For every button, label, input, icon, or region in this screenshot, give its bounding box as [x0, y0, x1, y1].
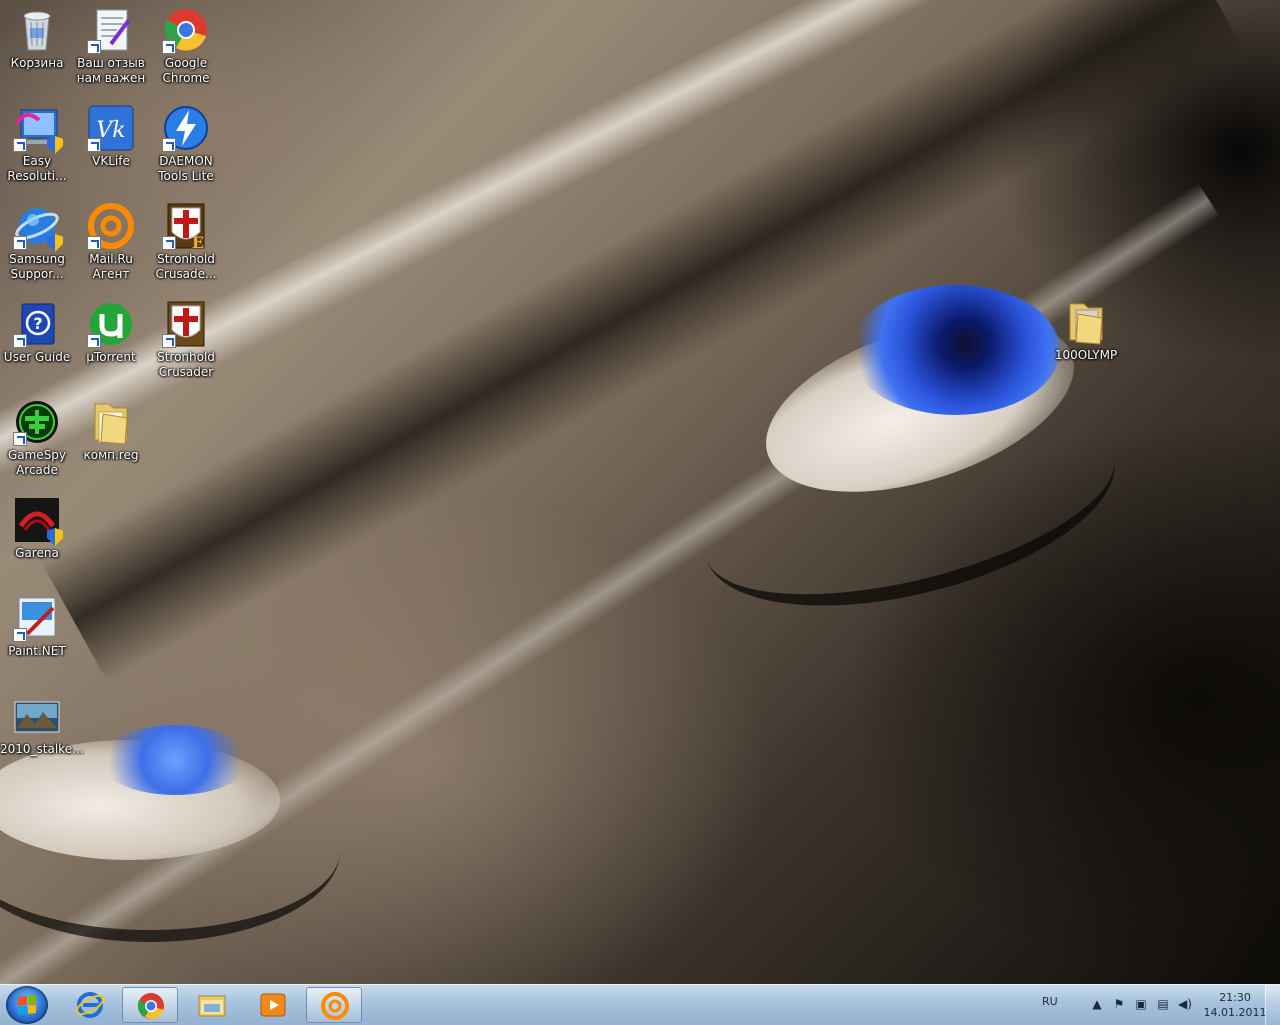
- stalker-image-label: 2010_stalke...: [0, 742, 84, 756]
- vklife-icon: Vk: [87, 104, 135, 152]
- stronghold-crusader-label: Stronhold Crusader: [157, 350, 215, 379]
- paintnet-icon: [13, 594, 61, 642]
- desktop-icon-mailru-agent[interactable]: Mail.Ru Агент: [74, 202, 148, 282]
- desktop-icon-user-guide[interactable]: ? User Guide: [0, 300, 74, 365]
- desktop-icon-paintnet[interactable]: Paint.NET: [0, 594, 74, 659]
- start-button[interactable]: [6, 986, 48, 1024]
- shortcut-arrow-icon: [87, 40, 101, 54]
- language-indicator[interactable]: RU: [1042, 995, 1058, 1008]
- taskbar-internet-explorer[interactable]: [62, 987, 118, 1023]
- gamespy-arcade-icon: [13, 398, 61, 446]
- clock[interactable]: 21:30 14.01.2011: [1200, 990, 1270, 1020]
- feedback-icon: [87, 6, 135, 54]
- taskbar-mailru-agent[interactable]: [306, 987, 362, 1023]
- system-tray: RU ▲ ⚑ ▣ ▤ ◀) 21:30 14.01.2011: [1020, 985, 1280, 1025]
- desktop-icon-vklife[interactable]: Vk VKLife: [74, 104, 148, 169]
- desktop-icon-easy-resolution[interactable]: Easy Resoluti...: [0, 104, 74, 184]
- action-center-flag-icon[interactable]: ⚑: [1112, 997, 1126, 1011]
- media-player-icon: [260, 993, 286, 1017]
- device-icon[interactable]: ▣: [1134, 997, 1148, 1011]
- komp-reg-label: комп.reg: [83, 448, 139, 462]
- clock-date: 14.01.2011: [1203, 1006, 1267, 1019]
- gamespy-arcade-label: GameSpy Arcade: [7, 448, 67, 477]
- desktop-icon-feedback[interactable]: Ваш отзыв нам важен: [74, 6, 148, 86]
- stronghold-crusader-icon: [162, 300, 210, 348]
- desktop-icon-recycle-bin[interactable]: Корзина: [0, 6, 74, 71]
- clock-time: 21:30: [1219, 991, 1251, 1004]
- mailru-agent-icon: [321, 992, 349, 1020]
- feedback-label: Ваш отзыв нам важен: [76, 56, 146, 85]
- wallpaper-eye-iris: [850, 285, 1060, 415]
- svg-text:?: ?: [33, 314, 42, 333]
- taskbar: RU ▲ ⚑ ▣ ▤ ◀) 21:30 14.01.2011: [0, 984, 1280, 1025]
- desktop-icon-stronghold-crusader[interactable]: Stronhold Crusader: [149, 300, 223, 380]
- show-hidden-icons-icon[interactable]: ▲: [1090, 997, 1104, 1011]
- desktop-icon-google-chrome[interactable]: Google Chrome: [149, 6, 223, 86]
- shortcut-arrow-icon: [13, 628, 27, 642]
- recycle-bin-label: Корзина: [10, 56, 64, 70]
- taskbar-media-player[interactable]: [245, 987, 301, 1023]
- shortcut-arrow-icon: [162, 40, 176, 54]
- desktop-icon-samsung-support[interactable]: Samsung Suppor...: [0, 202, 74, 282]
- vklife-label: VKLife: [92, 154, 130, 168]
- mailru-agent-icon: [87, 202, 135, 250]
- network-icon[interactable]: ▤: [1156, 997, 1170, 1011]
- shortcut-arrow-icon: [87, 138, 101, 152]
- chrome-icon: [162, 6, 210, 54]
- garena-label: Garena: [15, 546, 59, 560]
- shortcut-arrow-icon: [87, 334, 101, 348]
- 100olymp-label: 100OLYMP: [1054, 348, 1118, 362]
- shortcut-arrow-icon: [13, 138, 27, 152]
- user-guide-label: User Guide: [3, 350, 71, 364]
- shortcut-arrow-icon: [13, 432, 27, 446]
- utorrent-label: µTorrent: [86, 350, 136, 364]
- show-desktop-button[interactable]: [1265, 985, 1280, 1025]
- shortcut-arrow-icon: [162, 334, 176, 348]
- svg-text:E: E: [192, 233, 204, 250]
- desktop-icon-komp-reg[interactable]: комп.reg: [74, 398, 148, 463]
- shortcut-arrow-icon: [13, 334, 27, 348]
- volume-icon[interactable]: ◀): [1178, 997, 1192, 1011]
- paintnet-label: Paint.NET: [8, 644, 66, 658]
- desktop-icon-stalker-image[interactable]: 2010_stalke...: [0, 692, 84, 757]
- shortcut-arrow-icon: [162, 236, 176, 250]
- internet-explorer-icon: [75, 992, 105, 1018]
- mailru-agent-label: Mail.Ru Агент: [89, 252, 133, 281]
- samsung-support-label: Samsung Suppor...: [9, 252, 65, 281]
- taskbar-google-chrome[interactable]: [122, 987, 178, 1023]
- stronghold-extreme-label: Stronhold Crusade...: [155, 252, 217, 281]
- windows-logo-icon: [18, 995, 36, 1015]
- folder-library-icon: [198, 995, 226, 1017]
- shortcut-arrow-icon: [162, 138, 176, 152]
- google-chrome-label: Google Chrome: [162, 56, 210, 85]
- utorrent-icon: [87, 300, 135, 348]
- folder-icon: [1062, 298, 1110, 346]
- desktop-icon-gamespy-arcade[interactable]: GameSpy Arcade: [0, 398, 74, 478]
- desktop-icon-daemon-tools[interactable]: DAEMON Tools Lite: [149, 104, 223, 184]
- easy-resolution-label: Easy Resoluti...: [7, 154, 67, 183]
- shortcut-arrow-icon: [87, 236, 101, 250]
- samsung-support-icon: [13, 202, 63, 252]
- daemon-tools-label: DAEMON Tools Lite: [158, 154, 214, 183]
- image-thumbnail-icon: [13, 692, 61, 740]
- desktop-icon-utorrent[interactable]: µTorrent: [74, 300, 148, 365]
- stronghold-extreme-icon: E: [162, 202, 210, 252]
- desktop-icon-stronghold-crusader-extreme[interactable]: E Stronhold Crusade...: [149, 202, 223, 282]
- shortcut-arrow-icon: [13, 236, 27, 250]
- easy-resolution-icon: [13, 104, 63, 154]
- taskbar-windows-explorer[interactable]: [184, 987, 240, 1023]
- desktop-icon-100olymp[interactable]: 100OLYMP: [1049, 298, 1123, 363]
- user-guide-icon: ?: [13, 300, 61, 348]
- recycle-bin-icon: [13, 6, 61, 54]
- daemon-tools-icon: [162, 104, 210, 152]
- folder-icon: [87, 398, 135, 446]
- desktop-icon-garena[interactable]: Garena: [0, 496, 74, 561]
- garena-icon: [13, 496, 63, 546]
- chrome-icon: [137, 993, 164, 1019]
